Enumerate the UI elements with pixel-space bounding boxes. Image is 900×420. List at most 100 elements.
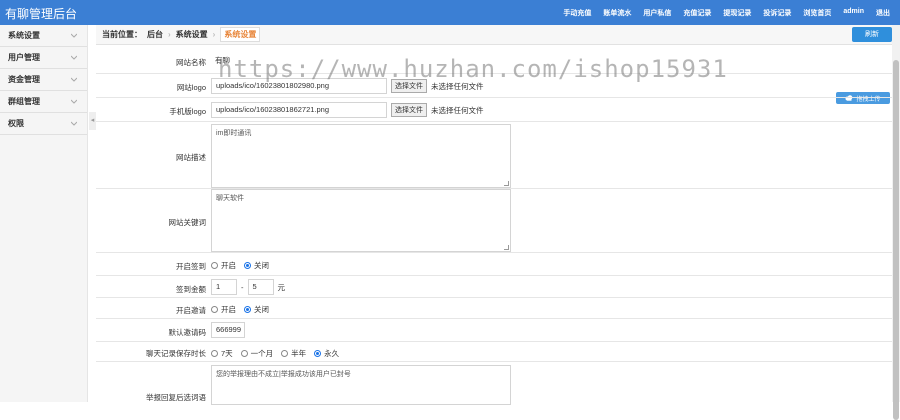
report-reply-label: 举报回复后选词语 bbox=[146, 393, 206, 402]
chevron-down-icon bbox=[71, 99, 77, 104]
mobile-logo-path-input[interactable]: uploads/ico/16023801862721.png bbox=[211, 102, 387, 118]
row-site-keywords: 网站关键词 聊天软件 bbox=[96, 189, 892, 253]
row-report-reply: 举报回复后选词语 您的举报理由不成立|举报成功该用户已封号 bbox=[96, 362, 892, 405]
radio-on[interactable] bbox=[244, 262, 251, 269]
radio-on[interactable] bbox=[244, 306, 251, 313]
retention-option-forever[interactable]: 永久 bbox=[314, 348, 339, 359]
radio-off[interactable] bbox=[211, 350, 218, 357]
site-logo-path-input[interactable]: uploads/ico/16023801802980.png bbox=[211, 78, 387, 94]
row-site-description: 网站描述 im即时通讯 bbox=[96, 122, 892, 189]
invite-option-off-label: 关闭 bbox=[254, 305, 269, 314]
site-logo-choose-file-button[interactable]: 选择文件 bbox=[391, 79, 427, 93]
checkin-option-off-label: 关闭 bbox=[254, 261, 269, 270]
retention-option-7-days[interactable]: 7天 bbox=[211, 348, 233, 359]
nav-logout[interactable]: 退出 bbox=[876, 8, 890, 18]
scrollbar-thumb[interactable] bbox=[893, 60, 899, 420]
site-description-textarea[interactable]: im即时通讯 bbox=[211, 124, 511, 188]
row-site-logo: 网站logo uploads/ico/16023801802980.png 选择… bbox=[96, 74, 892, 98]
breadcrumb-prefix: 当前位置： bbox=[102, 30, 142, 39]
breadcrumb-section[interactable]: 系统设置 bbox=[176, 29, 208, 40]
nav-recharge-records[interactable]: 充值记录 bbox=[683, 8, 711, 18]
nav-withdraw-records[interactable]: 提现记录 bbox=[723, 8, 751, 18]
mobile-logo-choose-file-button[interactable]: 选择文件 bbox=[391, 103, 427, 117]
checkin-option-off[interactable]: 关闭 bbox=[244, 260, 269, 271]
radio-off[interactable] bbox=[211, 306, 218, 313]
chevron-right-icon: › bbox=[168, 30, 171, 39]
site-logo-label: 网站logo bbox=[176, 83, 206, 92]
top-nav: 手动充值 账单流水 用户私信 充值记录 提现记录 投诉记录 浏览首页 admin… bbox=[563, 8, 890, 18]
sidebar-collapse-toggle[interactable]: ◂ bbox=[89, 112, 96, 130]
sidebar-item-permissions[interactable]: 权限 bbox=[0, 113, 87, 135]
radio-off[interactable] bbox=[211, 262, 218, 269]
invite-option-off[interactable]: 关闭 bbox=[244, 304, 269, 315]
breadcrumb-home[interactable]: 后台 bbox=[147, 29, 163, 40]
row-chat-retention: 聊天记录保存时长 7天 一个月 半年 永久 bbox=[96, 342, 892, 362]
report-reply-textarea[interactable]: 您的举报理由不成立|举报成功该用户已封号 bbox=[211, 365, 511, 405]
retention-option-label: 永久 bbox=[324, 349, 340, 358]
invite-option-on-label: 开启 bbox=[221, 305, 236, 314]
site-name-label: 网站名称 bbox=[176, 58, 206, 67]
row-site-name: 网站名称 有聊 bbox=[96, 45, 892, 74]
breadcrumb-current: 系统设置 bbox=[220, 27, 261, 42]
retention-option-half-year[interactable]: 半年 bbox=[281, 348, 306, 359]
sidebar-item-label: 系统设置 bbox=[8, 31, 40, 40]
sidebar-item-label: 群组管理 bbox=[8, 97, 40, 106]
row-invite-code: 默认邀请码 666999 bbox=[96, 319, 892, 342]
invite-code-input[interactable]: 666999 bbox=[211, 322, 245, 338]
site-logo-file-status: 未选择任何文件 bbox=[431, 81, 484, 91]
checkin-amount-separator: - bbox=[241, 282, 244, 292]
nav-manual-recharge[interactable]: 手动充值 bbox=[563, 8, 591, 18]
sidebar-item-fund-management[interactable]: 资金管理 bbox=[0, 69, 87, 91]
mobile-logo-file-status: 未选择任何文件 bbox=[431, 105, 484, 115]
radio-on[interactable] bbox=[314, 350, 322, 357]
sidebar-item-system-settings[interactable]: 系统设置 bbox=[0, 25, 87, 47]
chevron-right-icon: › bbox=[212, 30, 216, 39]
row-checkin-amount: 签到金额 1 - 5 元 bbox=[96, 276, 892, 298]
chevron-down-icon bbox=[71, 121, 77, 126]
retention-option-label: 一个月 bbox=[250, 349, 274, 358]
row-invite: 开启邀请 开启 关闭 bbox=[96, 298, 892, 319]
sidebar-item-label: 用户管理 bbox=[8, 53, 40, 62]
vertical-scrollbar[interactable] bbox=[892, 25, 900, 420]
refresh-button[interactable]: 刷新 bbox=[852, 27, 892, 42]
checkin-amount-max-input[interactable]: 5 bbox=[247, 279, 274, 295]
nav-browse-home[interactable]: 浏览首页 bbox=[803, 8, 831, 18]
site-keywords-text: 聊天软件 bbox=[216, 195, 244, 202]
site-keywords-label: 网站关键词 bbox=[168, 218, 207, 227]
row-mobile-logo: 手机版logo uploads/ico/16023801862721.png 选… bbox=[96, 98, 892, 122]
sidebar-item-label: 权限 bbox=[8, 119, 24, 128]
site-name-input[interactable]: 有聊 bbox=[211, 54, 387, 70]
settings-form: 网站名称 有聊 网站logo uploads/ico/1602380180298… bbox=[96, 45, 892, 405]
radio-off[interactable] bbox=[240, 350, 248, 357]
app-brand: 有聊管理后台 bbox=[5, 7, 78, 21]
site-keywords-textarea[interactable]: 聊天软件 bbox=[211, 189, 511, 252]
checkin-amount-unit: 元 bbox=[277, 282, 286, 292]
sidebar-item-label: 资金管理 bbox=[8, 75, 40, 84]
sidebar-item-group-management[interactable]: 群组管理 bbox=[0, 91, 87, 113]
checkin-label: 开启签到 bbox=[176, 262, 206, 271]
sidebar-item-user-management[interactable]: 用户管理 bbox=[0, 47, 87, 69]
row-checkin: 开启签到 开启 关闭 bbox=[96, 253, 892, 276]
nav-bill-flow[interactable]: 账单流水 bbox=[603, 8, 631, 18]
radio-off[interactable] bbox=[281, 350, 289, 357]
checkin-amount-label: 签到金额 bbox=[176, 285, 206, 294]
invite-option-on[interactable]: 开启 bbox=[211, 304, 236, 315]
checkin-option-on[interactable]: 开启 bbox=[211, 260, 236, 271]
mobile-logo-label: 手机版logo bbox=[169, 107, 206, 116]
chevron-down-icon bbox=[71, 55, 77, 60]
checkin-amount-min-input[interactable]: 1 bbox=[211, 279, 237, 295]
chevron-left-icon: ◂ bbox=[90, 117, 95, 124]
retention-option-one-month[interactable]: 一个月 bbox=[240, 348, 274, 359]
chat-retention-label: 聊天记录保存时长 bbox=[146, 349, 206, 358]
resize-grip-icon[interactable] bbox=[504, 181, 509, 186]
nav-admin-user[interactable]: admin bbox=[843, 8, 864, 18]
nav-user-messages[interactable]: 用户私信 bbox=[643, 8, 671, 18]
resize-grip-icon[interactable] bbox=[504, 245, 509, 250]
nav-complaint-records[interactable]: 投诉记录 bbox=[763, 8, 791, 18]
checkin-option-on-label: 开启 bbox=[221, 261, 236, 270]
chevron-down-icon bbox=[71, 77, 77, 82]
invite-code-label: 默认邀请码 bbox=[168, 328, 207, 337]
site-description-label: 网站描述 bbox=[176, 153, 206, 162]
retention-option-label: 7天 bbox=[221, 349, 233, 358]
report-reply-text: 您的举报理由不成立|举报成功该用户已封号 bbox=[216, 371, 351, 378]
